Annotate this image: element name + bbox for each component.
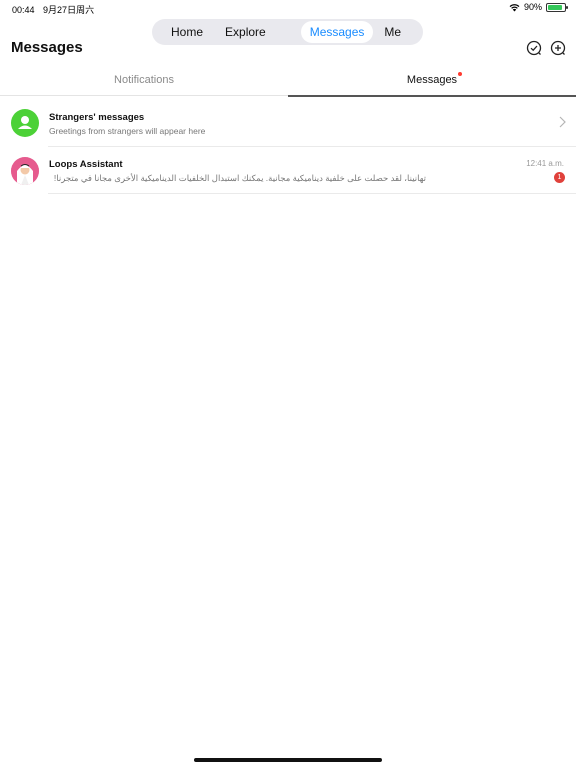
- list-item-loops-assistant[interactable]: Loops Assistant تهانينا، لقد حصلت على خل…: [0, 147, 576, 193]
- list-item-title: Loops Assistant: [49, 159, 123, 170]
- list-item-title: Strangers' messages: [49, 112, 145, 123]
- home-indicator: [194, 758, 382, 762]
- avatar: [11, 109, 39, 137]
- nav-explore[interactable]: Explore: [216, 21, 275, 43]
- nav-home[interactable]: Home: [162, 21, 212, 43]
- person-icon: [18, 116, 32, 129]
- assistant-avatar-icon: [11, 157, 39, 185]
- wifi-icon: [509, 3, 520, 11]
- list-item-subtitle: تهانينا، لقد حصلت على خلفية ديناميكية مج…: [53, 173, 426, 183]
- unread-badge: 1: [554, 172, 565, 183]
- chevron-right-icon: [559, 116, 566, 128]
- avatar: [11, 157, 39, 185]
- tab-active-indicator: [288, 95, 576, 97]
- tab-notifications[interactable]: Notifications: [0, 66, 288, 96]
- battery-fill: [548, 4, 563, 10]
- unread-dot: [458, 72, 462, 76]
- tab-messages[interactable]: Messages: [288, 66, 576, 97]
- nav-me[interactable]: Me: [375, 21, 410, 43]
- tab-messages-label: Messages: [406, 74, 458, 86]
- divider: [48, 193, 576, 194]
- message-time: 12:41 a.m.: [526, 159, 564, 168]
- page-title: Messages: [11, 39, 83, 56]
- battery-percent: 90%: [523, 2, 542, 12]
- status-bar: 00:44 9月27日周六 90%: [0, 0, 576, 16]
- top-nav: Home Explore Messages Me: [152, 19, 423, 45]
- list-item-strangers[interactable]: Strangers' messages Greetings from stran…: [0, 100, 576, 146]
- message-tabs: Notifications Messages: [0, 66, 576, 97]
- battery-icon: [546, 2, 568, 12]
- nav-messages[interactable]: Messages: [300, 21, 374, 43]
- add-chat-icon[interactable]: [550, 40, 566, 56]
- status-time: 00:44: [12, 5, 35, 15]
- check-circle-icon[interactable]: [526, 40, 542, 56]
- status-date: 9月27日周六: [43, 5, 95, 15]
- list-item-subtitle: Greetings from strangers will appear her…: [49, 126, 206, 136]
